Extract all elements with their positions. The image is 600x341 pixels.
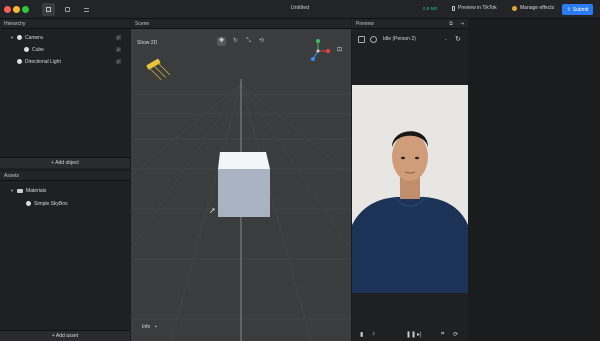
mouse-cursor-icon: ➚ xyxy=(209,206,216,215)
info-label: Info xyxy=(142,324,151,330)
crop-icon[interactable]: ⌗ xyxy=(441,331,444,338)
caret-up-icon: ▲ xyxy=(154,324,158,328)
hierarchy-panel: Hierarchy ▼ Camera ✓ Cube ✓ Directional … xyxy=(0,19,130,169)
hierarchy-item-directional-light[interactable]: Directional Light xyxy=(17,57,61,66)
chevron-down-icon[interactable]: ⌄ xyxy=(444,36,447,41)
hierarchy-item-label: Directional Light xyxy=(25,58,61,65)
move-tool-button[interactable]: ✥ xyxy=(217,37,226,46)
camera-icon xyxy=(16,35,22,40)
step-forward-icon[interactable]: ▸| xyxy=(417,331,422,338)
info-toggle[interactable]: Info ▲ xyxy=(142,324,157,330)
hierarchy-item-cube[interactable]: Cube xyxy=(24,45,44,54)
expand-arrow-icon: ▼ xyxy=(10,188,14,193)
maximize-window-button[interactable] xyxy=(22,6,29,13)
preview-title: Preview xyxy=(356,20,374,27)
scale-icon: ⤡ xyxy=(246,38,251,44)
effects-icon xyxy=(512,5,517,11)
manage-effects-label: Manage effects xyxy=(520,5,555,11)
cube-icon xyxy=(24,47,29,52)
empty-area xyxy=(469,19,600,341)
assets-title: Assets xyxy=(0,171,130,181)
light-icon xyxy=(17,59,22,64)
preview-header: Preview ⧉ ⇥ xyxy=(352,19,468,29)
cube-object[interactable] xyxy=(216,152,276,222)
add-asset-button[interactable]: + Add asset xyxy=(0,330,130,341)
close-window-button[interactable] xyxy=(4,6,11,13)
folder-icon xyxy=(16,188,23,193)
expand-arrow-icon: ▼ xyxy=(10,35,14,40)
scale-tool-button[interactable]: ⤡ xyxy=(244,37,253,46)
upload-icon: ⇧ xyxy=(566,6,571,13)
bookmark-icon[interactable]: ▮ xyxy=(360,331,363,338)
refresh-icon[interactable]: ↻ xyxy=(455,35,461,43)
asset-item-label: Materials xyxy=(25,187,47,194)
pause-icon[interactable]: ❚❚ xyxy=(406,331,416,338)
tiktok-icon[interactable]: ♪ xyxy=(372,331,375,337)
submit-button[interactable]: ⇧ Submit xyxy=(562,4,593,15)
gallery-icon[interactable] xyxy=(358,36,365,43)
expand-icon[interactable]: ⇥ xyxy=(460,19,464,29)
phone-icon xyxy=(452,5,455,11)
layout-toggle-button[interactable] xyxy=(42,3,55,16)
visibility-checkbox[interactable]: ✓ xyxy=(116,35,121,40)
camera-switch-icon[interactable] xyxy=(370,36,377,43)
list-toggle-button[interactable] xyxy=(80,3,93,16)
submit-label: Submit xyxy=(572,6,589,13)
transform-icon: ⟲ xyxy=(258,38,265,44)
add-object-button[interactable]: + Add object xyxy=(0,157,130,168)
show-2d-toggle[interactable]: Show 2D xyxy=(137,40,157,46)
hierarchy-title: Hierarchy xyxy=(0,19,130,29)
minimize-window-button[interactable] xyxy=(13,6,20,13)
preview-image xyxy=(352,85,468,293)
assets-panel: Assets ▼ Materials Simple SkyBox + Add a… xyxy=(0,171,130,341)
asset-item-label: Simple SkyBox xyxy=(34,200,68,207)
popout-icon[interactable]: ⧉ xyxy=(449,19,453,29)
panel-icon xyxy=(65,7,70,12)
asset-item-skybox[interactable]: Simple SkyBox xyxy=(26,199,68,208)
move-icon: ✥ xyxy=(218,38,225,44)
hierarchy-item-label: Cube xyxy=(32,46,44,53)
rotate-tool-button[interactable]: ↻ xyxy=(231,37,240,46)
visibility-checkbox[interactable]: ✓ xyxy=(116,47,121,52)
hierarchy-item-camera[interactable]: ▼ Camera xyxy=(10,33,43,42)
preview-tiktok-label: Preview in TikTok xyxy=(458,5,497,11)
window-title: Untitled xyxy=(290,5,310,11)
version-label: 0.5 M0 xyxy=(423,6,438,11)
transform-tool-button[interactable]: ⟲ xyxy=(257,37,266,46)
hierarchy-item-label: Camera xyxy=(24,34,43,41)
panel-toggle-button[interactable] xyxy=(61,3,74,16)
material-icon xyxy=(26,201,31,206)
preview-mode-select[interactable]: Idle (Person 2) xyxy=(383,36,416,42)
directional-light-gizmo[interactable] xyxy=(145,55,175,85)
preview-tiktok-button[interactable]: Preview in TikTok xyxy=(452,5,497,11)
manage-effects-button[interactable]: Manage effects xyxy=(512,5,554,11)
scene-viewport[interactable]: Scene Show 2D ✥ ↻ ⤡ ⟲ ⊡ ➚ Info ▲ xyxy=(131,19,351,341)
rotate-device-icon[interactable]: ⟳ xyxy=(453,331,458,338)
preview-panel: Preview ⧉ ⇥ Idle (Person 2) ⌄ ↻ ▮ ♪ ❚❚ ▸… xyxy=(352,19,468,341)
asset-item-materials[interactable]: ▼ Materials xyxy=(10,186,46,195)
rotate-icon: ↻ xyxy=(232,38,239,44)
layout-icon xyxy=(46,7,51,12)
visibility-checkbox[interactable]: ✓ xyxy=(116,59,121,64)
camera-view-icon[interactable]: ⊡ xyxy=(337,46,342,53)
scene-title: Scene xyxy=(131,19,351,29)
title-bar: Untitled 0.5 M0 Preview in TikTok Manage… xyxy=(0,0,600,19)
list-icon xyxy=(84,7,89,12)
